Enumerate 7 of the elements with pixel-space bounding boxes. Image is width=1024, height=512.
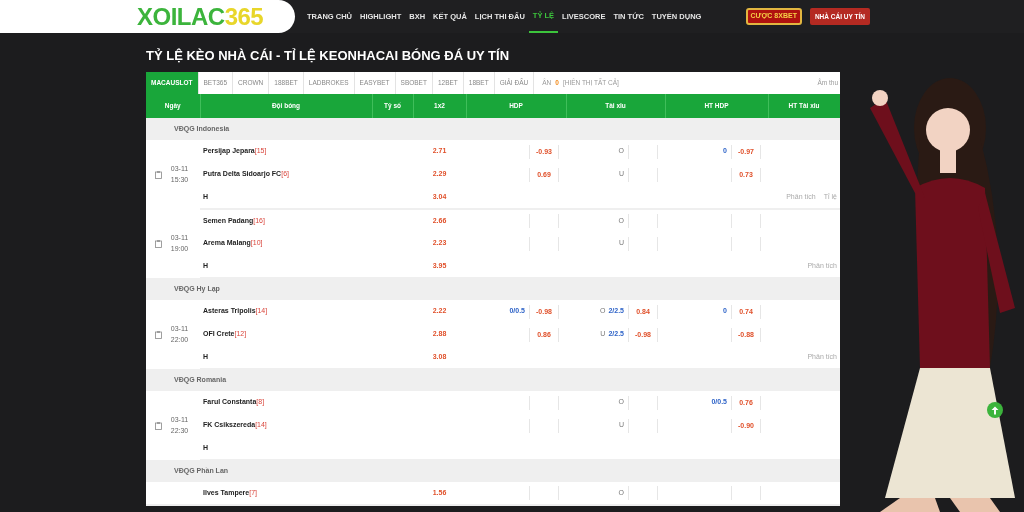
document-icon[interactable] <box>155 330 162 339</box>
logo[interactable]: XOILAC365 <box>0 0 295 33</box>
document-icon[interactable] <box>155 239 162 248</box>
arrow-up-icon <box>991 405 999 415</box>
document-icon[interactable] <box>155 421 162 430</box>
document-icon[interactable] <box>155 170 162 179</box>
page-title: TỶ LỆ KÈO NHÀ CÁI - TỈ LỆ KEONHACAI BÓNG ĐÁ UY TÍN <box>146 47 511 65</box>
